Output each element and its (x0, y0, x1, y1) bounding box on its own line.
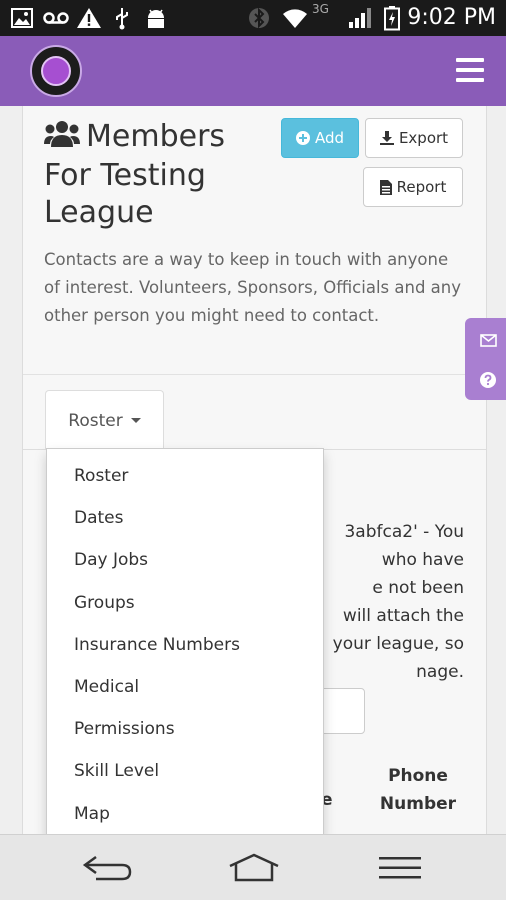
roster-dropdown-menu: Roster Dates Day Jobs Groups Insurance N… (46, 448, 324, 838)
hamburger-icon[interactable] (456, 58, 484, 82)
report-button-label: Report (396, 178, 447, 196)
league-logo[interactable] (30, 45, 82, 97)
title-block: Members For Testing League (44, 118, 274, 231)
add-button-label: Add (314, 129, 345, 147)
file-text-icon (379, 179, 392, 195)
bluetooth-icon (248, 6, 270, 30)
system-nav-bar (0, 834, 506, 900)
home-icon[interactable] (226, 850, 282, 886)
image-icon (10, 6, 34, 30)
android-debug-icon (142, 6, 170, 30)
logo-emblem (41, 56, 71, 86)
roster-dropdown-toggle[interactable]: Roster (45, 390, 164, 450)
export-button[interactable]: Export (365, 118, 463, 158)
page-title: Members For Testing League (44, 118, 274, 231)
phone-number-column-header[interactable]: Phone Number (373, 762, 463, 818)
question-icon[interactable] (479, 371, 497, 389)
export-button-label: Export (398, 129, 449, 147)
plus-circle-icon (295, 131, 310, 145)
app-header (0, 36, 506, 106)
menu-item-medical[interactable]: Medical (47, 666, 323, 708)
divider (23, 374, 486, 375)
add-button[interactable]: Add (281, 118, 359, 158)
back-icon[interactable] (80, 850, 136, 886)
recent-apps-icon[interactable] (374, 850, 426, 886)
download-icon (379, 131, 394, 145)
clock: 9:02 PM (407, 5, 496, 30)
usb-icon (112, 6, 132, 30)
battery-icon (382, 6, 402, 31)
wifi-icon (280, 6, 310, 30)
signal-icon (346, 6, 376, 30)
menu-item-map[interactable]: Map (47, 793, 323, 835)
caret-down-icon (130, 418, 141, 423)
menu-item-roster[interactable]: Roster (47, 455, 323, 497)
page-description: Contacts are a way to keep in touch with… (44, 250, 461, 325)
network-type: 3G (312, 2, 329, 16)
envelope-icon[interactable] (479, 331, 497, 349)
voicemail-icon (42, 6, 70, 30)
menu-item-dates[interactable]: Dates (47, 497, 323, 539)
menu-item-insurance-numbers[interactable]: Insurance Numbers (47, 624, 323, 666)
users-icon (44, 120, 80, 157)
status-bar: 3G 9:02 PM (0, 0, 506, 36)
report-button[interactable]: Report (363, 167, 463, 207)
menu-item-permissions[interactable]: Permissions (47, 708, 323, 750)
dropdown-selected-label: Roster (68, 410, 123, 431)
menu-item-day-jobs[interactable]: Day Jobs (47, 539, 323, 581)
menu-item-skill-level[interactable]: Skill Level (47, 750, 323, 792)
menu-item-groups[interactable]: Groups (47, 582, 323, 624)
side-feedback-tab[interactable] (465, 318, 506, 400)
warning-icon (76, 6, 102, 30)
